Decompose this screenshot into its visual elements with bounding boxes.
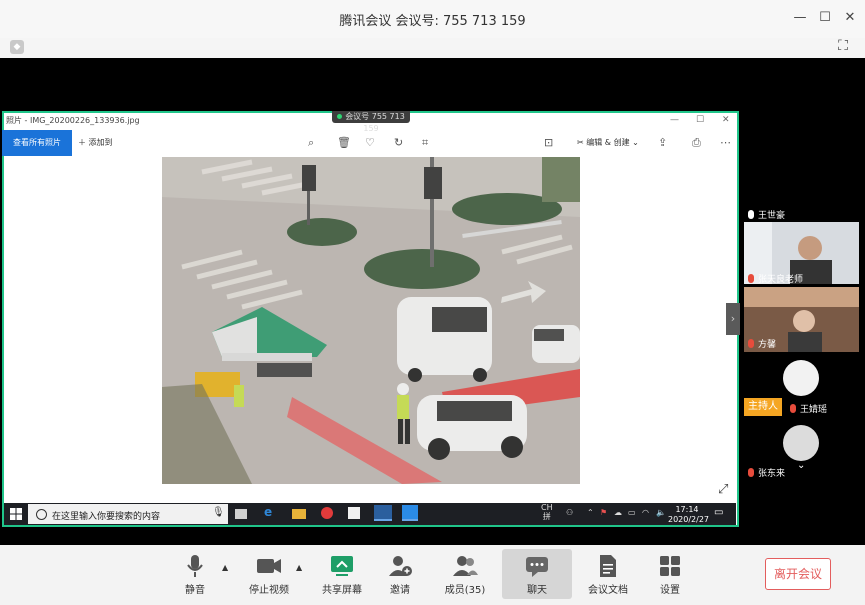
wifi-icon[interactable]: ◠ xyxy=(642,508,649,517)
members-label: 成员(35) xyxy=(444,585,486,596)
clock-date: 2020/2/27 xyxy=(668,515,710,524)
participant-fang-xin: 方馨 xyxy=(748,336,776,350)
participant-name: 张东来 xyxy=(758,469,786,479)
collapse-panel-arrow-icon[interactable]: › xyxy=(726,303,740,335)
windows-start-icon[interactable] xyxy=(10,508,22,520)
invite-button[interactable]: 邀请 xyxy=(365,549,435,599)
ime-lang: CH xyxy=(541,503,553,512)
maximize-icon[interactable]: ☐ xyxy=(815,8,835,28)
participant-name: 王世豪 xyxy=(758,211,786,221)
host-badge: 主持人 xyxy=(744,398,782,416)
street-photo xyxy=(162,157,580,484)
window-title: 腾讯会议 会议号: 755 713 159 xyxy=(339,14,526,29)
taskbar-clock[interactable]: 17:14 2020/2/27 xyxy=(668,505,710,525)
ime-mode: 拼 xyxy=(542,512,551,521)
clock-time: 17:14 xyxy=(675,505,699,514)
fullscreen-icon[interactable]: ⛶ xyxy=(834,38,852,56)
mic-icon xyxy=(748,210,754,219)
participant-zhang-tianliang: 张天良老师 xyxy=(748,271,803,285)
sub-toolbar xyxy=(0,38,865,58)
minimize-icon[interactable]: — xyxy=(790,8,810,28)
close-icon[interactable]: ✕ xyxy=(840,8,860,28)
participant-wang-shihao: 王世豪 xyxy=(748,207,785,221)
stop-video-button[interactable]: 停止视频 xyxy=(234,549,304,599)
cloud-icon[interactable]: ☁ xyxy=(614,508,622,517)
edge-icon[interactable]: e xyxy=(264,505,278,519)
edit-create-button[interactable]: ✂ 编辑 & 创建 ⌄ xyxy=(577,137,639,148)
participant-zhang-donglai: 张东来 xyxy=(748,465,785,479)
task-view-icon[interactable] xyxy=(235,509,247,519)
meeting-docs-label: 会议文档 xyxy=(588,585,628,596)
tray-app-icon[interactable]: ⚑ xyxy=(600,508,607,517)
add-to-label: 添加到 xyxy=(88,138,113,147)
cortana-icon xyxy=(36,509,47,520)
mic-muted-icon xyxy=(790,404,796,413)
photo-minimize-icon[interactable]: — xyxy=(670,115,679,125)
user-icon[interactable]: ⚇ xyxy=(566,508,573,517)
add-user-icon xyxy=(365,553,435,579)
store-icon[interactable] xyxy=(348,507,360,519)
meeting-app-icon[interactable] xyxy=(402,505,418,521)
music-app-icon[interactable] xyxy=(321,507,333,519)
settings-label: 设置 xyxy=(660,585,680,596)
document-icon xyxy=(573,553,643,579)
mic-muted-icon xyxy=(748,468,754,477)
tray-chevron-icon[interactable]: ⌃ xyxy=(587,508,594,517)
file-explorer-icon[interactable] xyxy=(292,509,306,519)
taskbar-mic-icon[interactable]: 🎙 xyxy=(212,507,225,518)
add-to-button[interactable]: ＋ 添加到 xyxy=(78,137,113,148)
share-icon[interactable]: ⇪ xyxy=(658,136,667,149)
chat-label: 聊天 xyxy=(527,585,547,596)
participant-name: 张天良老师 xyxy=(758,275,804,285)
photo-window-title: 照片 - IMG_20200226_133936.jpg xyxy=(6,116,140,125)
notification-icon[interactable]: ▭ xyxy=(714,507,723,518)
live-dot-icon xyxy=(337,114,343,119)
participant-name: 王婧瑶 xyxy=(800,405,828,415)
mute-label: 静音 xyxy=(185,585,205,596)
chat-icon xyxy=(502,553,572,579)
mic-muted-icon xyxy=(748,339,754,348)
chat-button[interactable]: 聊天 xyxy=(502,549,572,599)
settings-grid-icon xyxy=(635,553,705,579)
photos-app-icon[interactable] xyxy=(374,505,392,521)
zoom-icon[interactable]: ⌕ xyxy=(308,136,314,150)
delete-icon[interactable]: 🗑 xyxy=(337,136,351,149)
photo-close-icon[interactable]: ✕ xyxy=(722,115,730,125)
volume-icon[interactable]: 🔈 xyxy=(656,508,666,517)
shield-icon[interactable]: ◆ xyxy=(10,40,24,54)
invite-label: 邀请 xyxy=(390,585,410,596)
video-options-caret-icon[interactable]: ▲ xyxy=(296,563,302,572)
avatar xyxy=(783,425,819,461)
scroll-down-icon[interactable]: ⌄ xyxy=(797,460,805,471)
mute-button[interactable]: 静音 xyxy=(160,549,230,599)
photo-maximize-icon[interactable]: ☐ xyxy=(696,115,704,125)
print-icon[interactable]: ⎙ xyxy=(692,136,701,150)
edit-create-label: 编辑 & 创建 xyxy=(586,138,630,147)
mic-muted-icon xyxy=(748,274,754,283)
members-button[interactable]: 成员(35) xyxy=(430,549,500,599)
crop-icon[interactable]: ⌗ xyxy=(422,136,428,150)
microphone-icon xyxy=(160,553,230,579)
heart-icon[interactable]: ♡ xyxy=(365,136,375,149)
more-icon[interactable]: ⋯ xyxy=(720,136,731,149)
leave-meeting-button[interactable]: 离开会议 xyxy=(765,558,831,590)
members-icon xyxy=(430,553,500,579)
stop-video-label: 停止视频 xyxy=(249,585,289,596)
view-all-photos-button[interactable]: 查看所有照片 xyxy=(2,130,72,156)
taskbar-search-placeholder: 在这里输入你要搜索的内容 xyxy=(52,512,161,522)
participant-name: 方馨 xyxy=(758,340,777,350)
mic-options-caret-icon[interactable]: ▲ xyxy=(222,563,228,572)
participant-wang-jingyao: 王婧瑶 xyxy=(790,401,827,415)
battery-icon[interactable]: ▭ xyxy=(628,508,636,517)
camera-icon xyxy=(234,553,304,579)
ime-indicator[interactable]: CH 拼 xyxy=(541,503,553,521)
expand-icon[interactable]: ⤢ xyxy=(718,482,728,497)
enhance-icon[interactable]: ⊡ xyxy=(544,136,553,149)
meeting-docs-button[interactable]: 会议文档 xyxy=(573,549,643,599)
share-indicator: 会议号 755 713 159 xyxy=(332,111,410,133)
avatar xyxy=(783,360,819,396)
settings-button[interactable]: 设置 xyxy=(635,549,705,599)
rotate-icon[interactable]: ↻ xyxy=(394,136,403,149)
